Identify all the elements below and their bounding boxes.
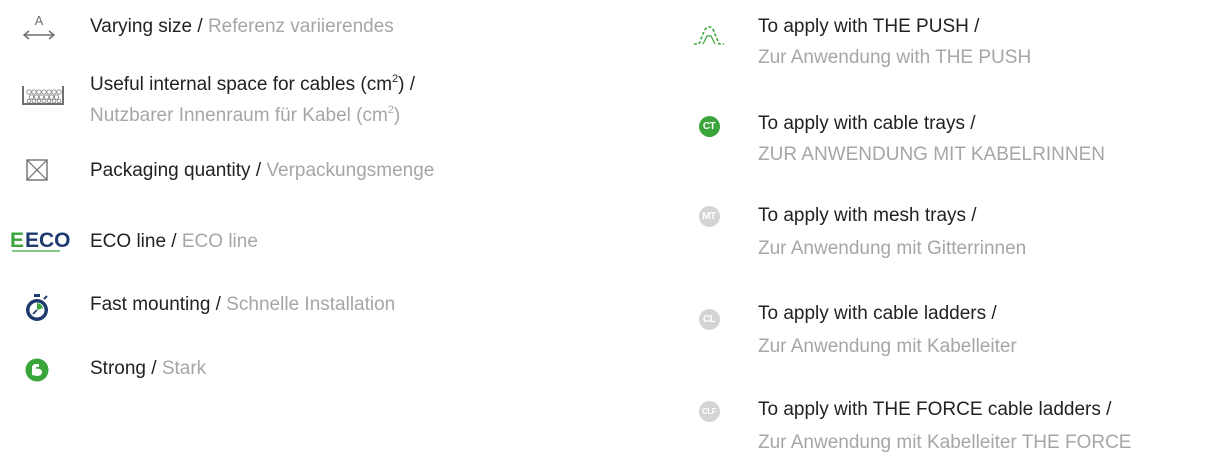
the-push-label: To apply with THE PUSH / [758, 16, 980, 37]
svg-text:ECO: ECO [25, 229, 71, 252]
svg-text:A: A [35, 13, 44, 28]
fast-mounting-label: Fast mounting [90, 294, 211, 315]
mesh-trays-label-de: Zur Anwendung mit Gitterrinnen [758, 238, 1027, 259]
cable-ladders-label-de: Zur Anwendung mit Kabelleiter [758, 336, 1017, 357]
cable-space-label-de: Nutzbarer Innenraum für Kabel (cm [90, 105, 388, 126]
fast-mounting-label-de: Schnelle Installation [226, 294, 396, 315]
the-push-label-de: Zur Anwendung with THE PUSH [758, 47, 1032, 68]
cable-space-icon [20, 76, 66, 116]
cable-space-label: Useful internal space for cables (cm [90, 74, 393, 95]
eco-logo-icon: E ECO [10, 220, 71, 260]
packaging-label-de: Verpackungsmenge [266, 160, 435, 181]
mt-badge-icon: MT [686, 196, 732, 236]
force-ladders-label-de: Zur Anwendung mit Kabelleiter THE FORCE [758, 432, 1132, 453]
varying-size-label-de: Referenz variierendes [207, 16, 394, 37]
varying-size-label: Varying size [90, 16, 193, 37]
packaging-box-icon [14, 150, 60, 190]
cl-badge-icon: CL [686, 299, 732, 339]
cable-trays-label: To apply with cable trays / [758, 113, 976, 134]
force-ladders-label: To apply with THE FORCE cable ladders / [758, 399, 1112, 420]
ct-badge-icon: CT [686, 106, 732, 146]
eco-label: ECO line [90, 231, 167, 252]
mesh-trays-label: To apply with mesh trays / [758, 205, 977, 226]
eco-label-de: ECO line [181, 231, 258, 252]
strong-arm-icon [14, 350, 60, 390]
strong-label: Strong [90, 358, 146, 379]
stopwatch-icon [14, 288, 60, 328]
varying-size-icon: A [16, 8, 62, 48]
cable-trays-label-de: ZUR ANWENDUNG MIT KABELRINNEN [758, 144, 1105, 165]
svg-text:E: E [10, 229, 24, 252]
the-push-icon [686, 16, 732, 56]
strong-label-de: Stark [161, 358, 207, 379]
packaging-label: Packaging quantity [90, 160, 251, 181]
clf-badge-icon: CLF [686, 391, 732, 431]
cable-ladders-label: To apply with cable ladders / [758, 303, 997, 324]
